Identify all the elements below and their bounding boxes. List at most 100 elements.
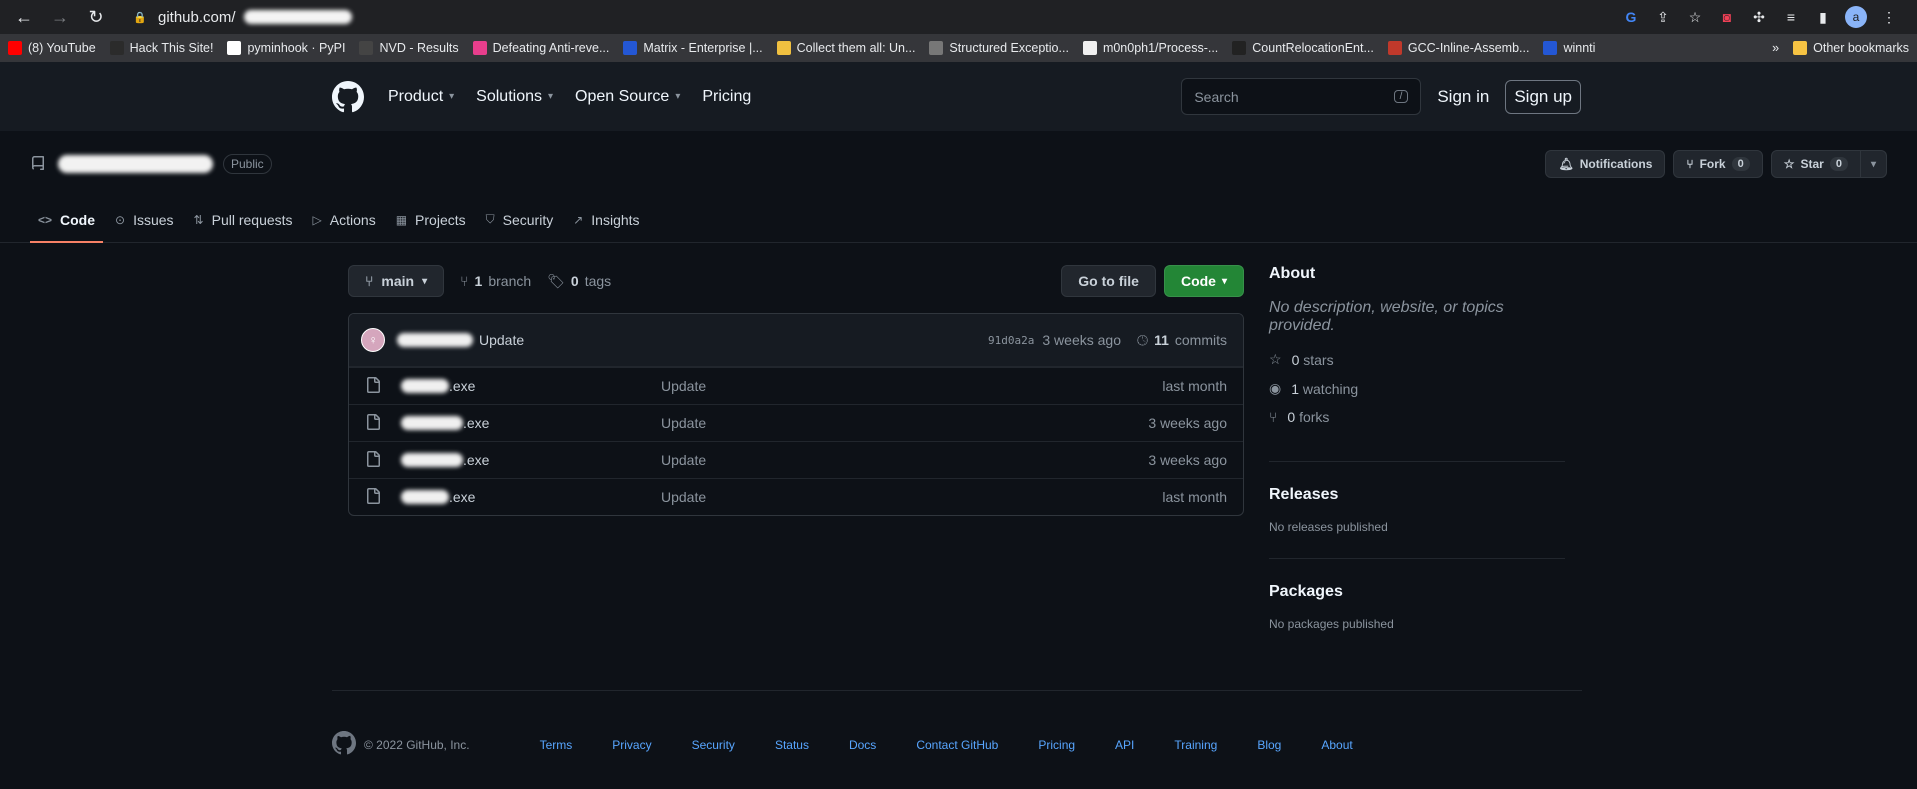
- footer-link-training[interactable]: Training: [1174, 738, 1217, 752]
- bookmark-item[interactable]: Structured Exceptio...: [929, 41, 1069, 55]
- tab-pull-requests[interactable]: ⇅ Pull requests: [186, 197, 301, 242]
- bookmark-item[interactable]: Matrix - Enterprise |...: [623, 41, 763, 55]
- bookmark-item[interactable]: GCC-Inline-Assemb...: [1387, 41, 1529, 55]
- footer-link-about[interactable]: About: [1321, 738, 1352, 752]
- share-icon[interactable]: ⇪: [1653, 7, 1673, 27]
- star-button[interactable]: ☆ Star 0: [1770, 150, 1861, 178]
- file-name-redacted: [401, 416, 463, 430]
- branch-name: main: [381, 273, 415, 289]
- forks-link[interactable]: ⑂ 0 forks: [1269, 409, 1565, 425]
- stars-link[interactable]: ☆ 0 stars: [1269, 351, 1565, 368]
- sidebar: About No description, website, or topics…: [1269, 265, 1565, 679]
- file-commit-message[interactable]: Update: [661, 452, 1148, 468]
- tab-actions[interactable]: ▷ Actions: [305, 197, 384, 242]
- footer-link-terms[interactable]: Terms: [540, 738, 573, 752]
- watching-link[interactable]: ◉ 1 watching: [1269, 380, 1565, 397]
- tab-security[interactable]: ⛉ Security: [478, 197, 562, 242]
- footer-link-pricing[interactable]: Pricing: [1038, 738, 1075, 752]
- nav-solutions[interactable]: Solutions ▾: [476, 88, 553, 106]
- file-name-link[interactable]: .exe: [401, 452, 661, 468]
- file-commit-message[interactable]: Update: [661, 415, 1148, 431]
- forward-icon[interactable]: →: [44, 3, 76, 31]
- file-name-link[interactable]: .exe: [401, 415, 661, 431]
- bookmark-item[interactable]: Hack This Site!: [109, 41, 213, 55]
- nav-open-source[interactable]: Open Source ▾: [575, 88, 680, 106]
- releases-title[interactable]: Releases: [1269, 486, 1565, 504]
- pocket-icon[interactable]: ◙: [1717, 7, 1737, 27]
- avatar[interactable]: ♀: [361, 328, 385, 352]
- nav-pricing[interactable]: Pricing: [702, 88, 751, 106]
- insights-icon: ↗: [573, 212, 584, 227]
- footer-link-api[interactable]: API: [1115, 738, 1134, 752]
- bookmark-star-icon[interactable]: ☆: [1685, 7, 1705, 27]
- commit-message[interactable]: Update: [479, 332, 524, 348]
- packages-title[interactable]: Packages: [1269, 583, 1565, 601]
- footer-link-security[interactable]: Security: [692, 738, 735, 752]
- file-commit-message[interactable]: Update: [661, 378, 1162, 394]
- branches-link[interactable]: ⑂ 1 branch: [460, 273, 531, 289]
- main-nav: Product ▾ Solutions ▾ Open Source ▾ Pricing: [388, 88, 751, 106]
- tab-issues[interactable]: ⊙ Issues: [107, 197, 182, 242]
- bookmark-item[interactable]: CountRelocationEnt...: [1232, 41, 1374, 55]
- nav-product[interactable]: Product ▾: [388, 88, 454, 106]
- commit-author-redacted[interactable]: [397, 333, 473, 347]
- bookmark-label: m0n0ph1/Process-...: [1102, 41, 1219, 55]
- packages-description: No packages published: [1269, 617, 1394, 631]
- tab-projects[interactable]: ▦ Projects: [388, 197, 474, 242]
- bookmark-label: Collect them all: Un...: [796, 41, 916, 55]
- bookmark-item[interactable]: winnti: [1543, 41, 1595, 55]
- footer-link-docs[interactable]: Docs: [849, 738, 876, 752]
- profile-avatar[interactable]: a: [1845, 6, 1867, 28]
- nav-label: Solutions: [476, 87, 542, 105]
- nav-label: Product: [388, 87, 444, 105]
- footer-link-privacy[interactable]: Privacy: [612, 738, 651, 752]
- bookmark-item[interactable]: Collect them all: Un...: [776, 41, 916, 55]
- bookmark-item[interactable]: NVD - Results: [359, 41, 459, 55]
- footer-link-contact-github[interactable]: Contact GitHub: [916, 738, 998, 752]
- footer-link-blog[interactable]: Blog: [1257, 738, 1281, 752]
- notifications-button[interactable]: 🔔︎ Notifications: [1545, 150, 1666, 178]
- bookmark-item[interactable]: (8) YouTube: [8, 41, 96, 55]
- sign-in-link[interactable]: Sign in: [1429, 87, 1497, 107]
- sign-up-button[interactable]: Sign up: [1505, 79, 1581, 114]
- tab-insights[interactable]: ↗ Insights: [565, 197, 647, 242]
- bookmark-item[interactable]: m0n0ph1/Process-...: [1082, 41, 1219, 55]
- bookmark-item[interactable]: pyminhook · PyPI: [227, 41, 345, 55]
- fork-button[interactable]: ⑂ Fork 0: [1673, 150, 1763, 178]
- menu-icon[interactable]: ⋮: [1879, 7, 1899, 27]
- side-panel-icon[interactable]: ▮: [1813, 7, 1833, 27]
- tab-label: Issues: [133, 211, 174, 228]
- tab-code[interactable]: <> Code: [30, 197, 104, 243]
- code-button[interactable]: Code ▾: [1163, 265, 1244, 297]
- back-icon[interactable]: ←: [8, 3, 40, 31]
- github-logo-icon[interactable]: [332, 731, 356, 758]
- bell-icon: 🔔︎: [1558, 157, 1574, 171]
- file-name-link[interactable]: .exe: [401, 489, 661, 505]
- reload-icon[interactable]: ↻: [80, 3, 112, 31]
- star-count: 0: [1829, 157, 1848, 171]
- google-icon[interactable]: G: [1621, 7, 1641, 27]
- file-name-link[interactable]: .exe: [401, 378, 661, 394]
- tags-link[interactable]: 🏷︎ 0 tags: [547, 273, 611, 290]
- go-to-file-button[interactable]: Go to file: [1061, 265, 1156, 297]
- file-row: .exe Update last month: [349, 367, 1243, 404]
- bookmark-favicon-icon: [359, 41, 374, 55]
- commits-link[interactable]: 🕓︎ 11 commits: [1137, 332, 1227, 349]
- file-extension: .exe: [463, 415, 490, 431]
- other-bookmarks[interactable]: Other bookmarks: [1793, 41, 1909, 55]
- search-input[interactable]: Search /: [1181, 78, 1422, 115]
- history-icon: 🕓︎: [1136, 331, 1149, 348]
- bookmark-item[interactable]: Defeating Anti-reve...: [472, 41, 609, 55]
- star-dropdown-button[interactable]: ▾: [1860, 150, 1887, 178]
- address-bar[interactable]: 🔒 github.com/: [122, 3, 1617, 31]
- branch-selector[interactable]: ⑂ main ▾: [348, 265, 445, 297]
- footer-link-status[interactable]: Status: [775, 738, 809, 752]
- github-logo-icon[interactable]: [332, 80, 364, 113]
- bookmarks-overflow[interactable]: »: [1772, 41, 1779, 55]
- repo-name-redacted[interactable]: [58, 155, 213, 173]
- reading-list-icon[interactable]: ≡: [1781, 7, 1801, 27]
- about-description: No description, website, or topics provi…: [1269, 299, 1504, 334]
- commit-sha[interactable]: 91d0a2a: [988, 334, 1034, 347]
- file-commit-message[interactable]: Update: [661, 489, 1162, 505]
- extensions-icon[interactable]: ✣: [1749, 7, 1769, 27]
